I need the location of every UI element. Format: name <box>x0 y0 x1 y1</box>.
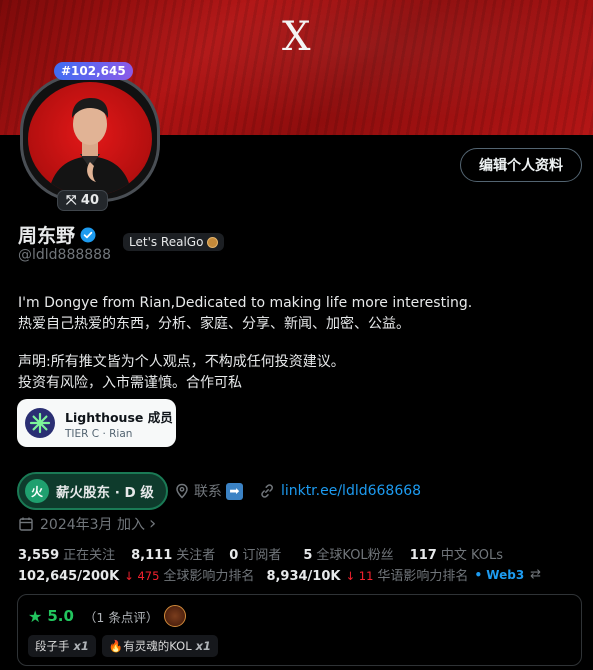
contact-link[interactable]: 联系 ➡ <box>174 481 243 501</box>
review-tag-mult: x1 <box>195 639 212 653</box>
kol-fans-count: 5 <box>303 548 313 563</box>
rank-badge: #102,645 <box>54 62 133 80</box>
profile-tag-label: Let's RealGo <box>129 235 204 249</box>
display-name: 周东野 <box>18 225 76 247</box>
name-row: 周东野 <box>18 221 97 248</box>
stats-row-1: 3,559 正在关注 8,111 关注者 0 订阅者 5 全球KOL粉丝 117 中文 K… <box>18 544 503 563</box>
bio-line: 声明:所有推文皆为个人观点，不构成任何投资建议。 <box>18 354 345 370</box>
followers-count: 8,111 <box>131 548 173 563</box>
lighthouse-title: Lighthouse 成员 <box>65 409 173 425</box>
review-tag-chip[interactable]: 段子手 x1 <box>28 635 96 657</box>
review-tag-label: 🔥有灵魂的KOL <box>108 639 192 653</box>
fire-icon: 火 <box>25 479 49 503</box>
following-stat[interactable]: 3,559 正在关注 <box>18 544 115 563</box>
review-tag-label: 段子手 <box>35 639 70 653</box>
star-icon: ★ <box>28 606 43 626</box>
rating-value: 5.0 <box>47 607 74 625</box>
cn-rank-value: 8,934/10K <box>266 569 341 584</box>
subscribers-label: 订阅者 <box>242 548 282 563</box>
lighthouse-member-card[interactable]: Lighthouse 成员 TIER C · Rian <box>17 399 176 447</box>
verified-badge-icon[interactable] <box>79 226 97 244</box>
org-badge[interactable]: 火 薪火股东 · D 级 <box>17 472 168 510</box>
medal-icon <box>207 236 219 248</box>
followers-label: 关注者 <box>176 548 216 563</box>
subscribers-stat[interactable]: 0 订阅者 <box>229 544 281 563</box>
followers-stat[interactable]: 8,111 关注者 <box>131 544 215 563</box>
lighthouse-burst-icon <box>29 412 51 434</box>
review-tags: 段子手 x1 🔥有灵魂的KOL x1 <box>28 635 219 657</box>
joined-label: 2024年3月 加入 <box>40 516 145 533</box>
kol-fans-stat[interactable]: 5 全球KOL粉丝 <box>303 544 393 563</box>
arrow-right-icon: ➡ <box>225 482 243 500</box>
cn-kols-count: 117 <box>409 548 437 563</box>
calendar-icon <box>19 517 33 531</box>
user-handle: @ldld888888 <box>18 247 111 263</box>
lighthouse-subtitle: TIER C · Rian <box>65 427 133 440</box>
review-count: （1 条点评） <box>83 609 159 625</box>
score-badge[interactable]: ⤧ 40 <box>57 190 109 211</box>
cn-kols-stat[interactable]: 117 中文 KOLs <box>410 544 503 563</box>
cn-rank-stat[interactable]: 8,934/10K ↓ 11 华语影响力排名 <box>266 565 468 584</box>
location-pin-icon <box>176 483 188 499</box>
profile-tag[interactable]: Let's RealGo <box>123 233 225 251</box>
reviews-panel[interactable]: ★ 5.0 （1 条点评） 段子手 x1 🔥有灵魂的KOL x1 <box>17 594 582 666</box>
avatar-container[interactable]: #102,645 ⤧ 40 <box>20 62 162 211</box>
link-icon <box>261 484 273 498</box>
global-rank-change: ↓ 475 <box>124 569 160 583</box>
avatar-person-icon <box>48 98 132 196</box>
bio-line: 投资有风险，入市需谨慎。合作可私 <box>18 375 242 391</box>
contact-label: 联系 <box>193 484 222 500</box>
following-count: 3,559 <box>18 548 60 563</box>
chevron-right-icon: › <box>149 513 157 534</box>
reviewer-avatar[interactable] <box>164 605 187 627</box>
cn-kols-label: 中文 KOLs <box>440 548 504 563</box>
kol-fans-label: 全球KOL粉丝 <box>316 548 394 563</box>
subscribers-count: 0 <box>229 548 239 563</box>
swap-icon[interactable]: ⇄ <box>530 567 541 582</box>
org-row: 火 薪火股东 · D 级 联系 ➡ linktr.ee/ldld668668 <box>17 472 421 510</box>
cn-rank-label: 华语影响力排名 <box>377 569 469 584</box>
rating-row: ★ 5.0 （1 条点评） <box>28 605 187 627</box>
global-rank-value: 102,645/200K <box>18 569 120 584</box>
bio: I'm Dongye from Rian,Dedicated to making… <box>18 293 472 394</box>
website-link[interactable]: linktr.ee/ldld668668 <box>259 483 421 499</box>
cn-rank-change: ↓ 11 <box>345 569 374 583</box>
website-url: linktr.ee/ldld668668 <box>280 483 422 499</box>
banner-x-logo: X <box>282 14 311 60</box>
review-tag-mult: x1 <box>73 639 89 653</box>
review-tag-chip[interactable]: 🔥有灵魂的KOL x1 <box>101 635 219 657</box>
global-rank-stat[interactable]: 102,645/200K ↓ 475 全球影响力排名 <box>18 565 254 584</box>
lighthouse-icon <box>25 408 55 438</box>
global-rank-label: 全球影响力排名 <box>163 569 255 584</box>
stats-row-2: 102,645/200K ↓ 475 全球影响力排名 8,934/10K ↓ 11 华语… <box>18 565 541 584</box>
bio-line: I'm Dongye from Rian,Dedicated to making… <box>18 295 473 311</box>
following-label: 正在关注 <box>63 548 116 563</box>
edit-profile-button[interactable]: 编辑个人资料 <box>460 148 582 182</box>
avatar[interactable] <box>28 82 152 196</box>
joined-date[interactable]: 2024年3月 加入 › <box>18 513 156 534</box>
bio-line: 热爱自己热爱的东西，分析、家庭、分享、新闻、加密、公益。 <box>18 316 410 332</box>
org-label: 薪火股东 · D 级 <box>56 485 154 501</box>
web3-tag[interactable]: • Web3 <box>474 568 524 582</box>
